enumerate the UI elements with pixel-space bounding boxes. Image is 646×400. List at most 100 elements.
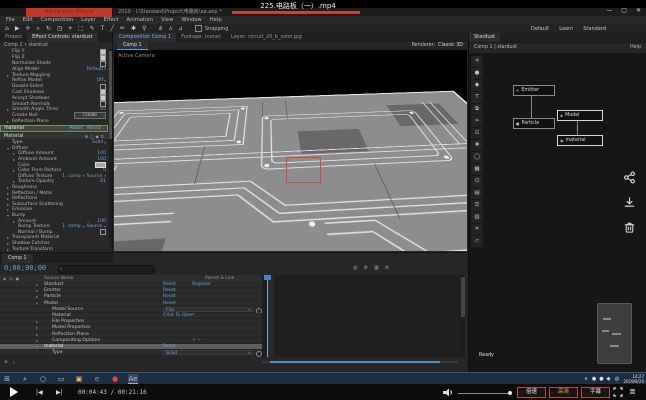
layer-switch-icon[interactable]: ◉ [3, 276, 6, 281]
parent-link-column[interactable]: Parent & Link [205, 275, 234, 282]
effect-property-row[interactable]: ▸ Reflection Plane ▾ ▾▾ [0, 119, 108, 125]
menu-item[interactable]: Effect [104, 16, 119, 24]
node-tool-icon[interactable]: ≈ [471, 116, 483, 127]
breadcrumb-comp[interactable]: Comp 1 [474, 45, 493, 50]
property-dropdown[interactable]: Default▾ [86, 67, 106, 72]
material-preview-icon[interactable]: ❋ [85, 134, 88, 139]
node-tool-icon[interactable]: T [471, 92, 483, 103]
scrollbar[interactable] [109, 49, 112, 247]
tool-icon[interactable]: ↻ [46, 24, 51, 33]
property-value[interactable]: 81 [100, 179, 106, 184]
minimize-icon[interactable]: — [606, 7, 612, 14]
expand-arrow-icon[interactable]: ▸ [36, 282, 38, 288]
node-tool-icon[interactable]: ● [471, 68, 483, 79]
node-canvas[interactable]: ✳●◆T⧉≈☷✚◯▦⌬▤☰▥⌗▱ ✳ Emitter ● Particle ◈ … [469, 53, 646, 372]
menu-item[interactable]: Window [181, 16, 201, 24]
node-tool-icon[interactable]: ▱ [471, 236, 483, 247]
tray-icon[interactable]: ◆ [607, 376, 611, 382]
menu-item[interactable]: Edit [23, 16, 33, 24]
expand-arrow-icon[interactable]: ▸ [36, 332, 38, 338]
tool-icon[interactable]: ⬚ [78, 24, 84, 33]
tray-icon[interactable]: ● [592, 376, 596, 382]
property-dropdown[interactable]: Solid▾ [92, 140, 106, 145]
expand-arrow-icon[interactable]: ▾ [36, 301, 38, 307]
tool-icon[interactable]: ✛ [25, 24, 30, 33]
next-icon[interactable]: ▶| [56, 389, 63, 396]
timeline-property-row[interactable]: Type Solid▾ [0, 350, 262, 356]
node-material[interactable]: ◉ material [557, 135, 603, 146]
close-icon[interactable]: ✕ [636, 7, 641, 14]
renderer-info[interactable]: Renderer:Classic 3D [412, 42, 463, 50]
tab-project[interactable]: Project [0, 33, 27, 42]
menu-item[interactable]: View [161, 16, 173, 24]
tab-layer[interactable]: Layer: circuit_20_b_color.jpg [226, 33, 307, 42]
reset-link[interactable]: Reset [163, 294, 176, 300]
taskbar-app-icon[interactable]: ⊞ [2, 374, 12, 384]
menu-item[interactable]: File [6, 16, 15, 24]
volume-slider[interactable] [458, 393, 510, 394]
property-value-dropdown[interactable]: File▾ [163, 307, 253, 312]
menu-item[interactable]: Layer [81, 16, 95, 24]
tool-icon[interactable]: ⌂ [5, 24, 9, 33]
taskbar-app-icon[interactable]: ● [110, 374, 120, 384]
node-tool-icon[interactable]: ⧉ [471, 104, 483, 115]
axis-mode-icon[interactable]: ⊿ [178, 25, 183, 32]
tab-timeline-comp[interactable]: Comp 1 [2, 254, 33, 263]
node-tool-icon[interactable]: ▤ [471, 188, 483, 199]
help-link[interactable]: Help [630, 43, 641, 53]
node-emitter[interactable]: ✳ Emitter [513, 85, 555, 96]
current-time-indicator[interactable] [267, 275, 268, 357]
tray-chevron-icon[interactable]: ∧ [584, 376, 588, 382]
node-model[interactable]: ◈ Model [557, 110, 603, 121]
taskbar-app-icon[interactable]: ⌕ [20, 374, 30, 384]
menu-item[interactable]: Help [210, 16, 222, 24]
tool-icon[interactable]: ⌕ [36, 24, 39, 33]
selected-effect-header[interactable]: material Reset About.. [0, 125, 108, 132]
property-button[interactable]: Create [74, 112, 106, 119]
reset-link[interactable]: Reset [163, 301, 176, 307]
tool-icon[interactable]: ✏ [120, 24, 125, 33]
subtitle-button[interactable]: 字幕 [581, 387, 610, 398]
timeline-track-area[interactable] [262, 275, 461, 357]
extra-link[interactable]: Register [192, 282, 211, 288]
breadcrumb-node[interactable]: stardust [497, 45, 517, 50]
tool-icon[interactable]: T [101, 24, 105, 33]
speed-button[interactable]: 倍速 [517, 387, 546, 398]
property-checkbox[interactable] [100, 229, 106, 235]
tool-icon[interactable]: ╱ [110, 24, 114, 33]
ime-indicator[interactable]: 中 [614, 376, 619, 383]
playhead-handle[interactable] [264, 275, 271, 280]
snapping-checkbox[interactable] [195, 25, 202, 32]
node-tool-icon[interactable]: ▦ [471, 164, 483, 175]
timeline-option-icon[interactable]: ≣ [385, 265, 389, 271]
node-tool-icon[interactable]: ⌬ [471, 176, 483, 187]
property-checkbox[interactable] [100, 61, 106, 67]
tool-icon[interactable]: ✱ [131, 24, 136, 33]
volume-icon[interactable] [443, 388, 454, 397]
tab-footage[interactable]: Footage: (none) [176, 33, 226, 42]
taskbar-app-icon[interactable]: e [92, 374, 102, 384]
playlist-icon[interactable]: ≣ [629, 387, 636, 396]
extra-link[interactable]: + − [192, 338, 201, 344]
share-nodes-icon[interactable] [623, 171, 636, 184]
layer-switch-icon[interactable]: ◎ [9, 276, 12, 281]
timeline-option-icon[interactable]: ⚙ [364, 265, 368, 271]
taskbar-app-icon[interactable]: ○ [38, 374, 48, 384]
material-preview-icon[interactable]: ◆ [96, 134, 99, 139]
node-tool-icon[interactable]: ◆ [471, 80, 483, 91]
node-tool-icon[interactable]: ✚ [471, 140, 483, 151]
tool-icon[interactable]: ✎ [90, 24, 95, 33]
timeline-timecode[interactable]: 0;00;00;00 [4, 264, 46, 272]
tool-icon[interactable]: ⌖ [69, 24, 72, 33]
taskbar-app-icon[interactable]: ▭ [56, 374, 66, 384]
maximize-icon[interactable]: ▢ [621, 7, 627, 14]
workspace-link[interactable]: Default [531, 26, 549, 32]
workspace-link[interactable]: Learn [559, 26, 573, 32]
menu-item[interactable]: Composition [41, 16, 73, 24]
node-tool-icon[interactable]: ▥ [471, 212, 483, 223]
material-preview-icon[interactable]: ⇅ [101, 134, 104, 139]
taskbar-app-icon[interactable]: ▣ [74, 374, 84, 384]
property-value[interactable]: 100 [97, 151, 106, 156]
timeline-vertical-scrollbar[interactable] [461, 275, 465, 357]
timeline-bottom-icon[interactable]: ≣ [4, 360, 8, 366]
